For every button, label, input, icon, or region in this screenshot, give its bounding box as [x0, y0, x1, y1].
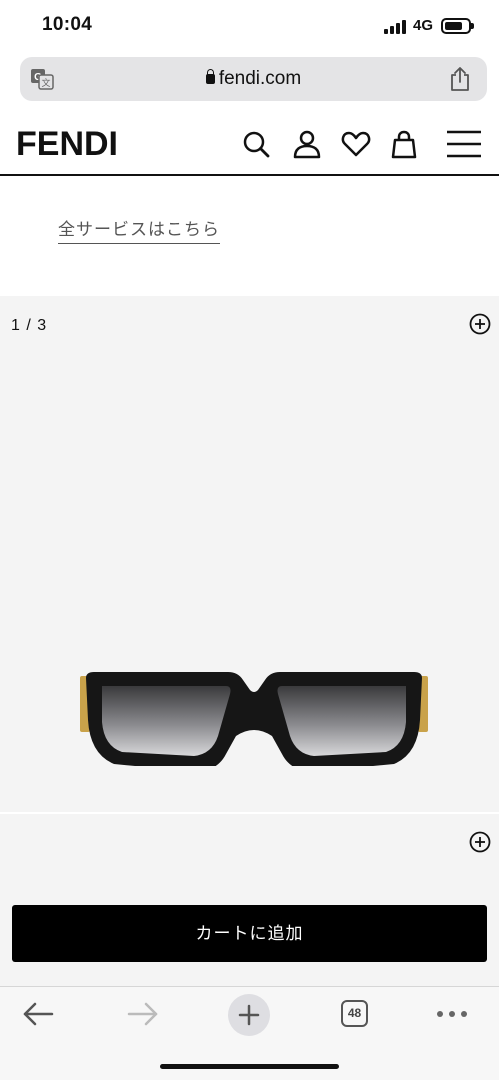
- more-dots-icon[interactable]: [437, 1011, 467, 1017]
- network-type: 4G: [413, 17, 434, 34]
- share-icon[interactable]: [449, 66, 471, 92]
- lock-icon: [205, 69, 215, 84]
- heart-icon[interactable]: [341, 129, 371, 159]
- address-bar[interactable]: G 文 fendi.com: [20, 57, 487, 101]
- battery-icon: [441, 18, 474, 34]
- image-counter: 1 / 3: [11, 317, 48, 334]
- plus-icon: [238, 1004, 260, 1026]
- back-arrow-icon[interactable]: [21, 999, 55, 1029]
- status-bar: 10:04 4G: [0, 0, 499, 54]
- forward-arrow-icon[interactable]: [126, 999, 160, 1029]
- hamburger-menu-icon[interactable]: [446, 129, 482, 159]
- cellular-signal-icon: [384, 20, 408, 34]
- fendi-logo[interactable]: FENDI: [16, 125, 118, 164]
- search-icon[interactable]: [241, 129, 271, 159]
- all-services-link[interactable]: 全サービスはこちら: [58, 215, 220, 244]
- sunglasses-product-image[interactable]: [78, 666, 430, 772]
- product-gallery[interactable]: 1 / 3: [0, 296, 499, 812]
- user-icon[interactable]: [292, 129, 322, 159]
- zoom-plus-icon[interactable]: [469, 313, 491, 335]
- zoom-plus-icon[interactable]: [469, 831, 491, 853]
- url-text: fendi.com: [218, 68, 302, 89]
- add-to-cart-button[interactable]: カートに追加: [12, 905, 487, 962]
- home-indicator: [160, 1064, 339, 1069]
- site-header: FENDI: [0, 113, 499, 176]
- url-display[interactable]: fendi.com: [20, 68, 487, 90]
- new-tab-button[interactable]: [228, 994, 270, 1036]
- tab-count-button[interactable]: 48: [341, 1000, 368, 1027]
- status-time: 10:04: [42, 14, 93, 35]
- shopping-bag-icon[interactable]: [389, 129, 419, 159]
